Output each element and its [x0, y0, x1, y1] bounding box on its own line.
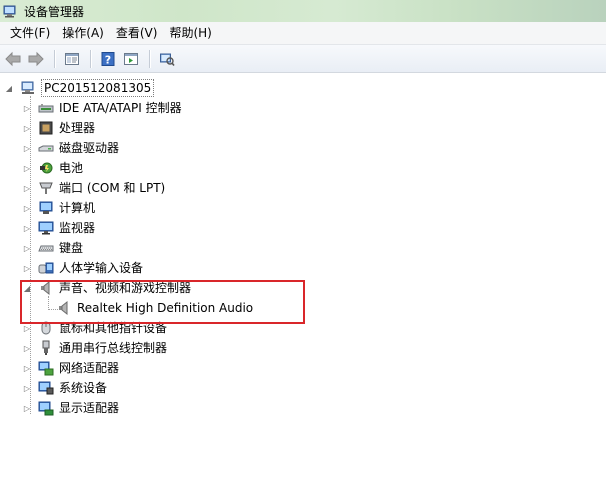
tree-item-usb[interactable]: ▷ 通用串行总线控制器 [22, 338, 167, 358]
tree-item-monitor[interactable]: ▷ 监视器 [22, 218, 95, 238]
menu-help[interactable]: 帮助(H) [163, 23, 217, 43]
expand-icon[interactable]: ▷ [22, 238, 32, 258]
battery-icon [38, 160, 54, 176]
window-title: 设备管理器 [24, 4, 85, 19]
expand-icon[interactable]: ▷ [22, 258, 32, 278]
tree-item-realtek-audio[interactable]: Realtek High Definition Audio [44, 298, 253, 318]
tree-item-mouse[interactable]: ▷ 鼠标和其他指针设备 [22, 318, 167, 338]
back-arrow-icon[interactable] [2, 48, 24, 70]
tree-item-label: IDE ATA/ATAPI 控制器 [59, 101, 182, 115]
menu-view[interactable]: 查看(V) [110, 23, 164, 43]
expand-icon[interactable]: ▷ [22, 358, 32, 378]
title-bar: 设备管理器 [0, 0, 606, 22]
tree-item-label: Realtek High Definition Audio [77, 301, 254, 315]
tree-item-processor[interactable]: ▷ 处理器 [22, 118, 95, 138]
help-icon[interactable]: ? [97, 48, 119, 70]
device-tree: ◢ PC201512081305 ▷ IDE ATA/ATAPI 控制器 ▷ 处… [0, 74, 606, 492]
tree-item-label: 键盘 [59, 241, 84, 255]
tree-item-label: 鼠标和其他指针设备 [59, 321, 168, 335]
toolbar: ? [0, 45, 606, 73]
menu-file[interactable]: 文件(F) [4, 23, 56, 43]
collapse-icon[interactable]: ◢ [22, 278, 32, 298]
hid-icon [38, 260, 54, 276]
tree-item-hid[interactable]: ▷ 人体学输入设备 [22, 258, 143, 278]
collapse-icon[interactable]: ◢ [4, 78, 14, 98]
port-icon [38, 180, 54, 196]
tree-item-ide[interactable]: ▷ IDE ATA/ATAPI 控制器 [22, 98, 182, 118]
tree-item-network[interactable]: ▷ 网络适配器 [22, 358, 119, 378]
keyboard-icon [38, 240, 54, 256]
tree-item-battery[interactable]: ▷ 电池 [22, 158, 83, 178]
monitor-icon [38, 220, 54, 236]
console-tree-icon[interactable] [120, 48, 142, 70]
expand-icon[interactable]: ▷ [22, 198, 32, 218]
tree-item-label: 磁盘驱动器 [59, 141, 120, 155]
expand-icon[interactable]: ▷ [22, 378, 32, 398]
menu-bar: 文件(F) 操作(A) 查看(V) 帮助(H) [0, 22, 606, 45]
toolbar-separator [54, 49, 55, 68]
disk-drive-icon [38, 140, 54, 156]
tree-item-label: 声音、视频和游戏控制器 [59, 281, 192, 295]
computer-icon [38, 200, 54, 216]
svg-text:?: ? [105, 53, 111, 66]
tree-item-label: 显示适配器 [59, 401, 120, 415]
usb-icon [38, 340, 54, 356]
speaker-icon [56, 300, 72, 316]
processor-icon [38, 120, 54, 136]
menu-action[interactable]: 操作(A) [56, 23, 110, 43]
tree-item-label: 人体学输入设备 [59, 261, 144, 275]
tree-item-label: 系统设备 [59, 381, 108, 395]
expand-icon[interactable]: ▷ [22, 98, 32, 118]
tree-item-system[interactable]: ▷ 系统设备 [22, 378, 107, 398]
tree-item-disk[interactable]: ▷ 磁盘驱动器 [22, 138, 119, 158]
expand-icon[interactable]: ▷ [22, 178, 32, 198]
tree-item-computer[interactable]: ▷ 计算机 [22, 198, 95, 218]
tree-item-label: 电池 [59, 161, 84, 175]
tree-item-label: 端口 (COM 和 LPT) [59, 181, 166, 195]
tree-item-label: 处理器 [59, 121, 96, 135]
root-label: PC201512081305 [41, 79, 155, 97]
expand-icon[interactable]: ▷ [22, 138, 32, 158]
tree-item-display[interactable]: ▷ 显示适配器 [22, 398, 119, 418]
expand-icon[interactable]: ▷ [22, 158, 32, 178]
mouse-icon [38, 320, 54, 336]
expand-icon[interactable]: ▷ [22, 338, 32, 358]
tree-item-label: 计算机 [59, 201, 96, 215]
forward-arrow-icon[interactable] [25, 48, 47, 70]
display-adapter-icon [38, 400, 54, 416]
toolbar-separator [90, 49, 91, 68]
tree-item-label: 监视器 [59, 221, 96, 235]
system-device-icon [38, 380, 54, 396]
speaker-icon [38, 280, 54, 296]
tree-item-label: 通用串行总线控制器 [59, 341, 168, 355]
expand-icon[interactable]: ▷ [22, 118, 32, 138]
computer-icon [20, 80, 36, 96]
tree-item-keyboard[interactable]: ▷ 键盘 [22, 238, 83, 258]
toolbar-separator [149, 49, 150, 68]
scan-hardware-icon[interactable] [156, 48, 178, 70]
tree-root[interactable]: ◢ PC201512081305 [4, 78, 155, 98]
expand-icon[interactable]: ▷ [22, 398, 32, 418]
tree-item-ports[interactable]: ▷ 端口 (COM 和 LPT) [22, 178, 165, 198]
expand-icon[interactable]: ▷ [22, 318, 32, 338]
tree-item-sound[interactable]: ◢ 声音、视频和游戏控制器 [22, 278, 191, 298]
ide-controller-icon [38, 100, 54, 116]
properties-pane-icon[interactable] [61, 48, 83, 70]
tree-item-label: 网络适配器 [59, 361, 120, 375]
expand-icon[interactable]: ▷ [22, 218, 32, 238]
network-adapter-icon [38, 360, 54, 376]
device-manager-icon [2, 3, 18, 19]
